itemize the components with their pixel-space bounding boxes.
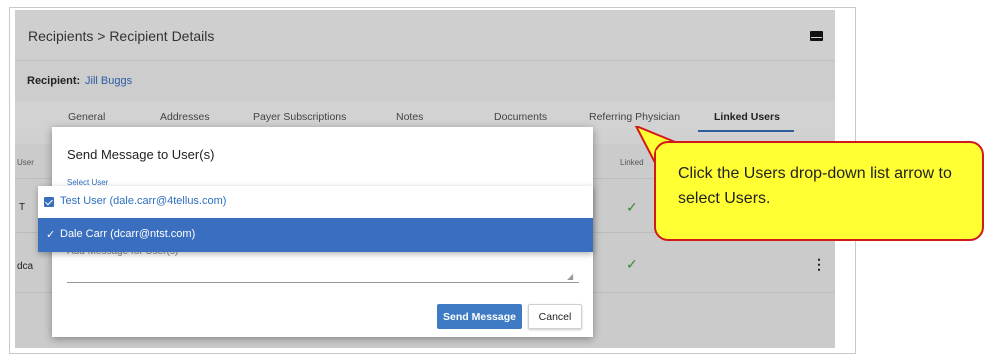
more-options-icon[interactable]: ⋮ xyxy=(812,256,826,273)
cancel-button[interactable]: Cancel xyxy=(528,304,582,329)
user-option-test-user[interactable]: Test User (dale.carr@4tellus.com) xyxy=(38,186,593,218)
tab-referring-physician[interactable]: Referring Physician xyxy=(589,111,680,123)
user-option-label: Test User (dale.carr@4tellus.com) xyxy=(60,195,227,207)
callout-text: Click the Users drop-down list arrow to … xyxy=(678,165,952,207)
send-message-button[interactable]: Send Message xyxy=(437,304,522,329)
table-row-user: T xyxy=(19,202,26,213)
tab-notes[interactable]: Notes xyxy=(396,111,423,123)
message-input-underline xyxy=(67,282,579,283)
tab-payer-subscriptions[interactable]: Payer Subscriptions xyxy=(253,111,346,123)
user-option-dale-carr[interactable]: ✓ Dale Carr (dcarr@ntst.com) xyxy=(38,218,593,252)
dialog-title: Send Message to User(s) xyxy=(67,147,215,162)
select-user-dropdown: Test User (dale.carr@4tellus.com) ✓ Dale… xyxy=(38,186,593,252)
check-icon: ✓ xyxy=(46,229,56,241)
callout-pointer-cover xyxy=(656,150,686,180)
recipient-bar: Recipient: Jill Buggs xyxy=(15,60,835,101)
header-bar: Recipients > Recipient Details xyxy=(15,10,835,60)
check-icon: ✓ xyxy=(626,199,638,215)
table-row-user: dca xyxy=(17,261,34,272)
recipient-label: Recipient: xyxy=(27,75,81,87)
resize-handle-icon[interactable]: ◢ xyxy=(567,272,573,281)
mail-icon[interactable] xyxy=(810,31,823,41)
tab-addresses[interactable]: Addresses xyxy=(160,111,210,123)
tab-general[interactable]: General xyxy=(68,111,105,123)
user-option-label: Dale Carr (dcarr@ntst.com) xyxy=(60,228,196,240)
tab-documents[interactable]: Documents xyxy=(494,111,547,123)
checkbox-checked-icon[interactable] xyxy=(44,197,54,207)
recipient-name: Jill Buggs xyxy=(85,75,133,87)
active-tab-indicator xyxy=(698,130,794,132)
instruction-callout: Click the Users drop-down list arrow to … xyxy=(654,141,984,241)
column-header-user: User xyxy=(17,158,34,167)
check-icon: ✓ xyxy=(626,256,638,272)
breadcrumb: Recipients > Recipient Details xyxy=(28,28,215,44)
tab-linked-users[interactable]: Linked Users xyxy=(714,111,780,123)
